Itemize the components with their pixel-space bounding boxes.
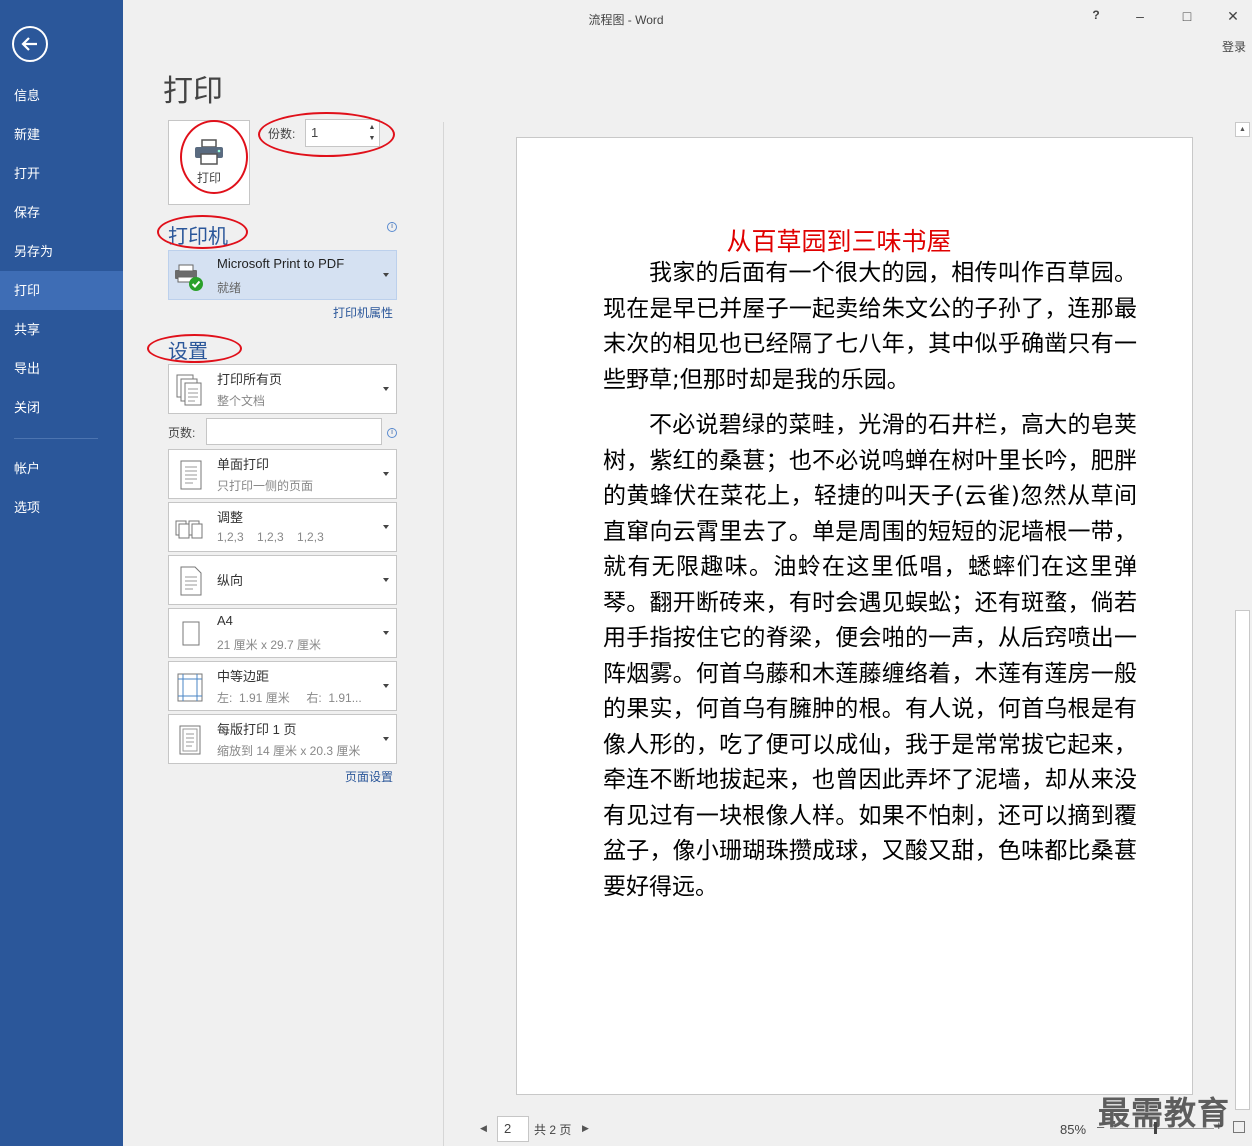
sidebar-item-open[interactable]: 打开 xyxy=(0,154,123,193)
chevron-down-icon xyxy=(383,578,389,582)
collate-sub: 1,2,3 1,2,3 1,2,3 xyxy=(217,530,324,544)
watermark: 最需教育 xyxy=(1098,1095,1231,1131)
scroll-thumb[interactable] xyxy=(1235,610,1250,1110)
maximize-button[interactable]: □ xyxy=(1176,8,1198,28)
print-preview-page: 从百草园到三味书屋 我家的后面有一个很大的园，相传叫作百草园。现在是早已并屋子一… xyxy=(516,137,1193,1095)
paper-size-sub: 21 厘米 x 29.7 厘米 xyxy=(217,638,322,652)
sidebar-divider xyxy=(14,438,98,439)
page-total: 共 2 页 xyxy=(534,1123,572,1137)
collate-main: 调整 xyxy=(217,510,244,525)
sidebar-item-options[interactable]: 选项 xyxy=(0,488,123,527)
portrait-icon xyxy=(180,566,202,596)
info-icon[interactable]: i xyxy=(387,222,397,232)
fit-page-icon[interactable] xyxy=(1233,1121,1245,1133)
margins-sub: 左: 1.91 厘米 右: 1.91... xyxy=(217,691,362,705)
info-icon[interactable]: i xyxy=(387,428,397,438)
login-link[interactable]: 登录 xyxy=(1222,38,1246,55)
chevron-down-icon xyxy=(383,631,389,635)
margins-main: 中等边距 xyxy=(217,669,270,684)
margins-icon xyxy=(177,673,203,702)
printer-properties-link[interactable]: 打印机属性 xyxy=(333,304,393,321)
sidebar-item-export[interactable]: 导出 xyxy=(0,349,123,388)
printer-icon xyxy=(195,139,223,165)
arrow-left-icon xyxy=(21,37,37,51)
help-button[interactable]: ? xyxy=(1085,8,1107,28)
pages-input[interactable] xyxy=(206,418,382,445)
print-button[interactable]: 打印 xyxy=(168,120,250,205)
chevron-down-icon xyxy=(383,273,389,277)
sidebar-item-print[interactable]: 打印 xyxy=(0,271,123,310)
document-body: 我家的后面有一个很大的园，相传叫作百草园。现在是早已并屋子一起卖给朱文公的子孙了… xyxy=(603,256,1137,905)
sidebar-item-save[interactable]: 保存 xyxy=(0,193,123,232)
orientation-select[interactable]: 纵向 xyxy=(168,555,397,605)
pages-per-sheet-select[interactable]: 每版打印 1 页 缩放到 14 厘米 x 20.3 厘米 xyxy=(168,714,397,764)
sidebar-item-info[interactable]: 信息 xyxy=(0,76,123,115)
single-sided-icon xyxy=(180,460,202,490)
paper-size-select[interactable]: A4 21 厘米 x 29.7 厘米 xyxy=(168,608,397,658)
sidebar-item-share[interactable]: 共享 xyxy=(0,310,123,349)
page-title: 打印 xyxy=(163,75,223,108)
printer-section-title: 打印机 xyxy=(168,226,228,248)
pages-label: 页数: xyxy=(168,426,196,440)
document-paragraph: 不必说碧绿的菜畦，光滑的石井栏，高大的皂荚树，紫红的桑葚；也不必说鸣蝉在树叶里长… xyxy=(603,412,1137,900)
printer-select[interactable]: Microsoft Print to PDF 就绪 xyxy=(168,250,397,300)
panel-divider xyxy=(443,122,444,1146)
paper-icon xyxy=(182,621,200,646)
back-button[interactable] xyxy=(12,26,48,62)
sides-select[interactable]: 单面打印 只打印一侧的页面 xyxy=(168,449,397,499)
print-button-label: 打印 xyxy=(196,171,221,185)
sidebar-item-close[interactable]: 关闭 xyxy=(0,388,123,427)
collate-select[interactable]: 调整 1,2,3 1,2,3 1,2,3 xyxy=(168,502,397,552)
print-range-select[interactable]: 打印所有页 整个文档 xyxy=(168,364,397,414)
page-per-sheet-icon xyxy=(179,725,201,755)
chevron-down-icon xyxy=(383,737,389,741)
zoom-level[interactable]: 85% xyxy=(1060,1122,1086,1137)
chevron-down-icon xyxy=(383,472,389,476)
backstage-sidebar: 信息 新建 打开 保存 另存为 打印 共享 导出 关闭 帐户 选项 xyxy=(0,0,123,1146)
page-setup-link[interactable]: 页面设置 xyxy=(345,768,393,785)
printer-status: 就绪 xyxy=(217,281,242,295)
print-range-sub: 整个文档 xyxy=(217,394,266,408)
margins-select[interactable]: 中等边距 左: 1.91 厘米 右: 1.91... xyxy=(168,661,397,711)
window-title: 流程图 - Word xyxy=(588,13,664,27)
pages-per-sheet-sub: 缩放到 14 厘米 x 20.3 厘米 xyxy=(217,744,361,758)
sides-sub: 只打印一侧的页面 xyxy=(217,479,314,493)
copies-value: 1 xyxy=(311,125,319,140)
copies-label: 份数: xyxy=(268,127,296,141)
spin-up-icon[interactable]: ▲ xyxy=(367,123,377,133)
previous-page-icon[interactable]: ◀ xyxy=(480,1123,487,1134)
preview-scrollbar[interactable]: ▲ xyxy=(1235,122,1250,1112)
pages-icon xyxy=(176,374,202,406)
spin-down-icon[interactable]: ▼ xyxy=(367,134,377,144)
current-page-input[interactable]: 2 xyxy=(497,1116,529,1142)
sidebar-item-new[interactable]: 新建 xyxy=(0,115,123,154)
document-title: 从百草园到三味书屋 xyxy=(726,227,952,256)
pages-per-sheet-main: 每版打印 1 页 xyxy=(217,722,297,737)
printer-name: Microsoft Print to PDF xyxy=(217,256,345,271)
collate-icon xyxy=(175,520,203,539)
sides-main: 单面打印 xyxy=(217,457,270,472)
sidebar-item-save-as[interactable]: 另存为 xyxy=(0,232,123,271)
orientation-main: 纵向 xyxy=(217,573,244,588)
document-paragraph: 我家的后面有一个很大的园，相传叫作百草园。现在是早已并屋子一起卖给朱文公的子孙了… xyxy=(603,260,1137,393)
chevron-down-icon xyxy=(383,387,389,391)
scroll-up-icon[interactable]: ▲ xyxy=(1235,122,1250,137)
next-page-icon[interactable]: ▶ xyxy=(582,1123,589,1134)
print-range-main: 打印所有页 xyxy=(217,372,283,387)
settings-section-title: 设置 xyxy=(168,341,208,363)
chevron-down-icon xyxy=(383,684,389,688)
close-button[interactable]: ✕ xyxy=(1222,8,1244,28)
printer-ready-icon xyxy=(175,264,203,291)
copies-input[interactable]: 1 ▲ ▼ xyxy=(305,119,380,147)
minimize-button[interactable]: – xyxy=(1129,8,1151,28)
chevron-down-icon xyxy=(383,525,389,529)
sidebar-item-account[interactable]: 帐户 xyxy=(0,449,123,488)
paper-size-main: A4 xyxy=(217,613,233,628)
